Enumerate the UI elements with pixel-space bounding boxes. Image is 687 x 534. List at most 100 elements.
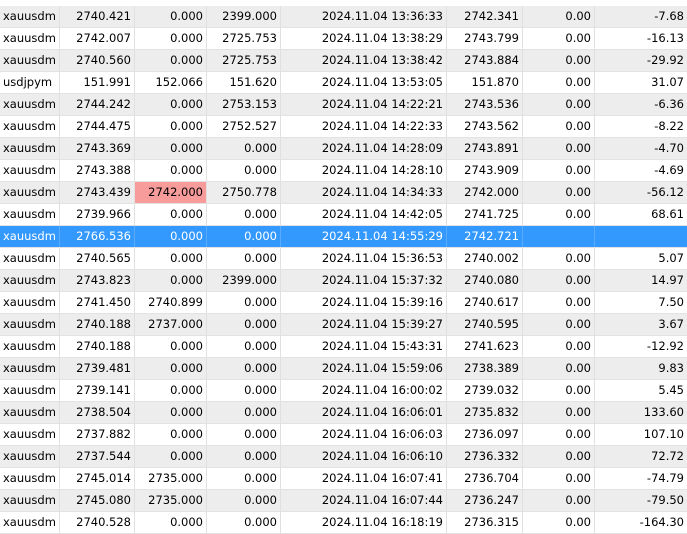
symbol-cell: xauusdm <box>0 380 60 401</box>
close-time-cell: 2024.11.04 14:28:10 <box>281 160 447 181</box>
symbol-cell: xauusdm <box>0 292 60 313</box>
table-row[interactable]: xauusdm 2740.188 0.000 0.000 2024.11.04 15:4… <box>0 336 687 358</box>
table-row[interactable]: xauusdm 2739.966 0.000 0.000 2024.11.04 14:4… <box>0 204 687 226</box>
table-row[interactable]: xauusdm 2742.007 0.000 2725.753 2024.11.04 1… <box>0 28 687 50</box>
take-profit-cell: 2725.753 <box>207 50 281 71</box>
profit-cell: -7.68 <box>654 9 684 23</box>
table-row[interactable]: xauusdm 2741.450 2740.899 0.000 2024.11.04 1… <box>0 292 687 314</box>
profit-cell: 9.83 <box>658 361 684 375</box>
symbol-cell: usdjpym <box>0 72 60 93</box>
stop-loss-cell: 2737.000 <box>135 314 207 335</box>
profit-cell: -29.92 <box>646 53 684 67</box>
close-price-cell: 2736.332 <box>447 446 523 467</box>
open-price-cell: 2744.475 <box>60 116 135 137</box>
close-time-cell: 2024.11.04 16:07:44 <box>281 490 447 511</box>
stop-loss-cell: 0.000 <box>135 28 207 49</box>
swap-cell: 0.00 <box>523 72 595 93</box>
table-row[interactable]: xauusdm 2744.475 0.000 2752.527 2024.11.04 1… <box>0 116 687 138</box>
close-price-cell: 2742.341 <box>447 6 523 27</box>
profit-cell: 3.67 <box>658 317 684 331</box>
table-row-selected[interactable]: xauusdm 2766.536 0.000 0.000 2024.11.04 14:5… <box>0 226 687 248</box>
close-time-cell: 2024.11.04 15:39:16 <box>281 292 447 313</box>
swap-cell: 0.00 <box>523 380 595 401</box>
table-row[interactable]: xauusdm 2745.080 2735.000 0.000 2024.11.04 1… <box>0 490 687 512</box>
open-price-cell: 2740.188 <box>60 314 135 335</box>
close-time-cell: 2024.11.04 16:06:01 <box>281 402 447 423</box>
close-time-cell: 2024.11.04 14:42:05 <box>281 204 447 225</box>
table-row[interactable]: xauusdm 2743.388 0.000 0.000 2024.11.04 14:2… <box>0 160 687 182</box>
table-row[interactable]: xauusdm 2745.014 2735.000 0.000 2024.11.04 1… <box>0 468 687 490</box>
table-row[interactable]: xauusdm 2739.141 0.000 0.000 2024.11.04 16:0… <box>0 380 687 402</box>
close-time-cell: 2024.11.04 13:38:29 <box>281 28 447 49</box>
table-row[interactable]: xauusdm 2740.421 0.000 2399.000 2024.11.04 1… <box>0 6 687 28</box>
symbol-cell: xauusdm <box>0 138 60 159</box>
close-price-cell: 151.870 <box>447 72 523 93</box>
table-row[interactable]: xauusdm 2743.439 2742.000 2750.778 2024.11.0… <box>0 182 687 204</box>
stop-loss-cell: 0.000 <box>135 248 207 269</box>
close-price-cell: 2736.704 <box>447 468 523 489</box>
close-price-cell: 2741.623 <box>447 336 523 357</box>
symbol-cell: xauusdm <box>0 270 60 291</box>
close-price-cell: 2736.315 <box>447 512 523 533</box>
stop-loss-cell: 0.000 <box>135 402 207 423</box>
profit-cell: -4.70 <box>654 141 684 155</box>
take-profit-cell: 0.000 <box>207 226 281 247</box>
close-time-cell: 2024.11.04 15:43:31 <box>281 336 447 357</box>
swap-cell: 0.00 <box>523 116 595 137</box>
stop-loss-cell: 0.000 <box>135 204 207 225</box>
swap-cell: 0.00 <box>523 402 595 423</box>
swap-cell: 0.00 <box>523 292 595 313</box>
swap-cell: 0.00 <box>523 204 595 225</box>
table-row[interactable]: xauusdm 2737.882 0.000 0.000 2024.11.04 16:0… <box>0 424 687 446</box>
profit-cell: -6.36 <box>654 97 684 111</box>
table-row[interactable]: xauusdm 2740.565 0.000 0.000 2024.11.04 15:3… <box>0 248 687 270</box>
symbol-cell: xauusdm <box>0 116 60 137</box>
table-row[interactable]: usdjpym 151.991 152.066 151.620 2024.11.04 1… <box>0 72 687 94</box>
stop-loss-cell: 0.000 <box>135 138 207 159</box>
table-row[interactable]: xauusdm 2739.481 0.000 0.000 2024.11.04 15:5… <box>0 358 687 380</box>
take-profit-cell: 0.000 <box>207 314 281 335</box>
table-row[interactable]: xauusdm 2740.528 0.000 0.000 2024.11.04 16:1… <box>0 512 687 534</box>
close-price-cell: 2741.725 <box>447 204 523 225</box>
close-time-cell: 2024.11.04 14:22:21 <box>281 94 447 115</box>
profit-cell: 72.72 <box>651 449 684 463</box>
stop-loss-cell: 2740.899 <box>135 292 207 313</box>
close-price-cell: 2738.389 <box>447 358 523 379</box>
close-price-cell: 2740.595 <box>447 314 523 335</box>
close-time-cell: 2024.11.04 16:18:19 <box>281 512 447 533</box>
symbol-cell: xauusdm <box>0 424 60 445</box>
swap-cell: 0.00 <box>523 182 595 203</box>
profit-cell: -8.22 <box>654 119 684 133</box>
close-price-cell: 2742.000 <box>447 182 523 203</box>
table-row[interactable]: xauusdm 2744.242 0.000 2753.153 2024.11.04 1… <box>0 94 687 116</box>
take-profit-cell: 0.000 <box>207 336 281 357</box>
swap-cell: 0.00 <box>523 490 595 511</box>
close-price-cell: 2735.832 <box>447 402 523 423</box>
table-row[interactable]: xauusdm 2743.823 0.000 2399.000 2024.11.04 1… <box>0 270 687 292</box>
profit-cell: -56.12 <box>646 185 684 199</box>
take-profit-cell: 0.000 <box>207 138 281 159</box>
table-row[interactable]: xauusdm 2740.188 2737.000 0.000 2024.11.04 1… <box>0 314 687 336</box>
profit-cell: -16.13 <box>646 31 684 45</box>
table-row[interactable]: xauusdm 2743.369 0.000 0.000 2024.11.04 14:2… <box>0 138 687 160</box>
take-profit-cell: 2725.753 <box>207 28 281 49</box>
stop-loss-cell: 0.000 <box>135 94 207 115</box>
take-profit-cell: 2750.778 <box>207 182 281 203</box>
close-price-cell: 2740.617 <box>447 292 523 313</box>
close-time-cell: 2024.11.04 14:55:29 <box>281 226 447 247</box>
stop-loss-cell: 152.066 <box>135 72 207 93</box>
symbol-cell: xauusdm <box>0 314 60 335</box>
swap-cell: 0.00 <box>523 28 595 49</box>
close-time-cell: 2024.11.04 14:22:33 <box>281 116 447 137</box>
stop-loss-cell: 0.000 <box>135 160 207 181</box>
table-row[interactable]: xauusdm 2738.504 0.000 0.000 2024.11.04 16:0… <box>0 402 687 424</box>
profit-cell <box>595 226 687 247</box>
swap-cell: 0.00 <box>523 270 595 291</box>
table-row[interactable]: xauusdm 2737.544 0.000 0.000 2024.11.04 16:0… <box>0 446 687 468</box>
swap-cell: 0.00 <box>523 512 595 533</box>
open-price-cell: 2737.544 <box>60 446 135 467</box>
close-time-cell: 2024.11.04 13:38:42 <box>281 50 447 71</box>
stop-loss-cell: 0.000 <box>135 50 207 71</box>
table-row[interactable]: xauusdm 2740.560 0.000 2725.753 2024.11.04 1… <box>0 50 687 72</box>
close-time-cell: 2024.11.04 13:36:33 <box>281 6 447 27</box>
